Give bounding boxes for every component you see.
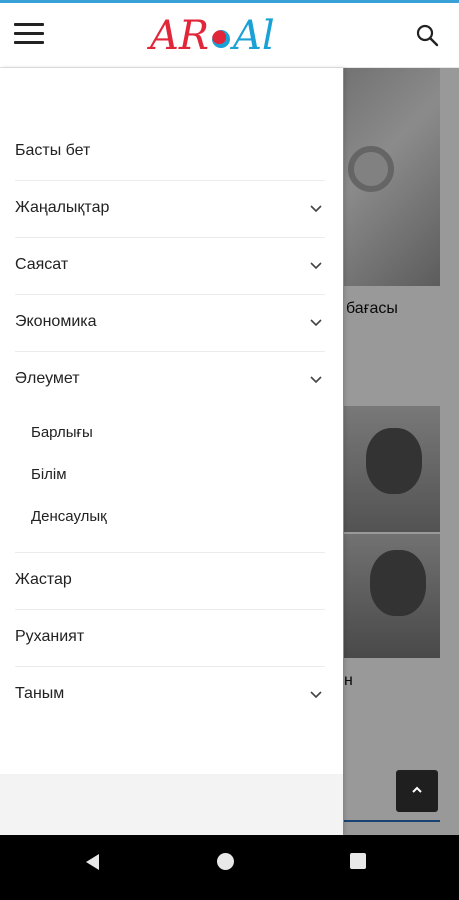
chevron-down-icon[interactable] bbox=[309, 372, 323, 386]
drawer-footer bbox=[0, 774, 343, 835]
chevron-down-icon[interactable] bbox=[309, 315, 323, 329]
menu-item-knowledge[interactable]: Таным bbox=[15, 667, 325, 723]
hamburger-icon[interactable] bbox=[14, 23, 44, 49]
menu-item-news[interactable]: Жаңалықтар bbox=[15, 181, 325, 238]
chevron-down-icon[interactable] bbox=[309, 201, 323, 215]
submenu-item-label: Білім bbox=[31, 466, 67, 483]
menu-item-label: Экономика bbox=[15, 313, 97, 330]
logo-globe-icon bbox=[212, 30, 231, 48]
drawer-menu: Басты бет Жаңалықтар Саясат Экономика Әл… bbox=[15, 124, 325, 723]
menu-item-home[interactable]: Басты бет bbox=[15, 124, 325, 181]
submenu-item-all[interactable]: Барлығы bbox=[15, 414, 325, 456]
menu-item-youth[interactable]: Жастар bbox=[15, 553, 325, 610]
home-circle-icon[interactable] bbox=[217, 853, 234, 870]
menu-item-spirituality[interactable]: Руханият bbox=[15, 610, 325, 667]
system-navigation-bar bbox=[0, 835, 459, 900]
menu-item-society[interactable]: Әлеумет bbox=[15, 352, 325, 408]
chevron-down-icon[interactable] bbox=[309, 258, 323, 272]
submenu-item-health[interactable]: Денсаулық bbox=[15, 498, 325, 540]
recents-square-icon[interactable] bbox=[350, 853, 366, 869]
menu-item-label: Жастар bbox=[15, 571, 72, 588]
submenu-item-label: Денсаулық bbox=[31, 508, 107, 525]
back-triangle-icon[interactable] bbox=[84, 853, 102, 871]
submenu-item-label: Барлығы bbox=[31, 424, 93, 441]
menu-item-label: Таным bbox=[15, 685, 65, 702]
menu-item-label: Саясат bbox=[15, 256, 69, 273]
menu-item-economy[interactable]: Экономика bbox=[15, 295, 325, 352]
submenu-item-education[interactable]: Білім bbox=[15, 456, 325, 498]
menu-item-label: Әлеумет bbox=[15, 370, 80, 387]
menu-item-politics[interactable]: Саясат bbox=[15, 238, 325, 295]
chevron-down-icon[interactable] bbox=[309, 687, 323, 701]
site-logo[interactable]: AR Al bbox=[150, 11, 310, 63]
logo-text-left: AR bbox=[150, 13, 210, 59]
scroll-to-top-button[interactable] bbox=[396, 770, 438, 812]
logo-text-right: Al bbox=[233, 13, 275, 59]
search-icon[interactable] bbox=[415, 23, 441, 49]
navigation-drawer: Басты бет Жаңалықтар Саясат Экономика Әл… bbox=[0, 68, 343, 835]
chevron-up-icon bbox=[412, 786, 422, 793]
submenu-society: Барлығы Білім Денсаулық bbox=[15, 408, 325, 553]
app-header: AR Al bbox=[0, 3, 459, 68]
menu-item-label: Руханият bbox=[15, 628, 85, 645]
menu-item-label: Басты бет bbox=[15, 142, 91, 159]
menu-item-label: Жаңалықтар bbox=[15, 199, 110, 216]
